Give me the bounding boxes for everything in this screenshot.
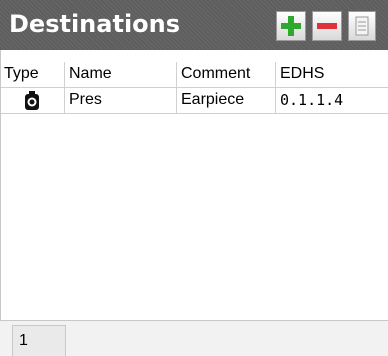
column-header-comment[interactable]: Comment (177, 62, 276, 87)
add-destination-button[interactable] (276, 11, 306, 41)
pagination-bar: 1 (0, 320, 388, 356)
name-cell: Pres (65, 88, 177, 113)
panel-left-border (0, 50, 1, 356)
speaker-icon (25, 91, 39, 110)
page-tab-1[interactable]: 1 (12, 325, 66, 356)
edhs-cell: 0.1.1.4 (280, 91, 344, 109)
column-header-edhs[interactable]: EDHS (276, 62, 388, 87)
table-header: Type Name Comment EDHS (0, 62, 388, 88)
list-icon (355, 16, 369, 36)
properties-button[interactable] (348, 11, 376, 41)
comment-cell: Earpiece (177, 88, 276, 113)
panel-header: Destinations (0, 0, 388, 50)
remove-destination-button[interactable] (312, 11, 342, 41)
column-header-type[interactable]: Type (0, 62, 65, 87)
column-header-name[interactable]: Name (65, 62, 177, 87)
destinations-table: Type Name Comment EDHS Pres Earpiece 0.1… (0, 50, 388, 320)
destinations-panel: Destinations Type Name Comment EDHS Pres… (0, 0, 388, 356)
minus-icon (317, 23, 337, 29)
panel-title: Destinations (9, 10, 181, 38)
table-row[interactable]: Pres Earpiece 0.1.1.4 (0, 88, 388, 114)
type-cell (0, 88, 65, 113)
plus-icon (281, 16, 301, 36)
